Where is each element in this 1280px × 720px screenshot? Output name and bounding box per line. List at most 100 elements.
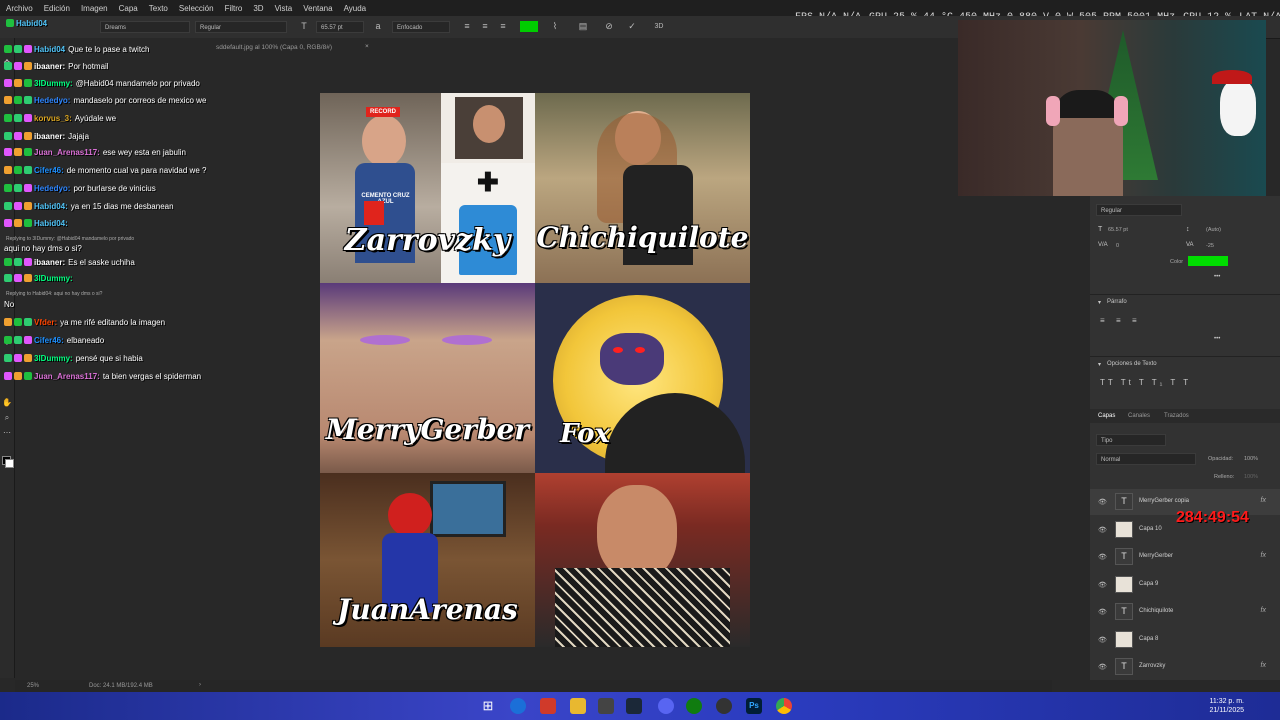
chat-username[interactable]: Juan_Arenas117:	[34, 148, 100, 157]
chat-username[interactable]: Hededyo:	[34, 184, 70, 193]
chat-username[interactable]: 3IDummy:	[34, 354, 73, 363]
visibility-eye-icon[interactable]: 👁	[1098, 663, 1107, 671]
chat-username[interactable]: ibaaner:	[34, 132, 65, 141]
text-color-swatch[interactable]	[520, 21, 538, 32]
layer-effects-icon[interactable]: fx	[1261, 552, 1266, 559]
menu-ayuda[interactable]: Ayuda	[338, 0, 372, 13]
close-tab-icon[interactable]: ×	[365, 43, 369, 50]
zoom-tool-icon[interactable]: ⌕	[2, 413, 12, 423]
photoshop-icon[interactable]: Ps	[746, 698, 762, 714]
layer-effects-icon[interactable]: fx	[1261, 497, 1266, 504]
chat-username[interactable]: Hededyo:	[34, 96, 70, 105]
warp-text-icon[interactable]: ⌇	[549, 20, 561, 33]
app-icon[interactable]	[540, 698, 556, 714]
menu-vista[interactable]: Vista	[269, 0, 298, 13]
blend-mode-select[interactable]: Normal	[1096, 453, 1196, 465]
layer-name[interactable]: MerryGerber copia	[1139, 498, 1189, 504]
edge-icon[interactable]	[510, 698, 526, 714]
layer-name[interactable]: Chichiquilote	[1139, 608, 1173, 614]
tab-trazados[interactable]: Trazados	[1164, 413, 1189, 419]
chat-username[interactable]: Cifer46:	[34, 336, 64, 345]
hand-tool-icon[interactable]: ✋	[2, 398, 12, 408]
chevron-right-icon[interactable]: ›	[199, 682, 201, 688]
align-left-icon[interactable]: ≡	[461, 20, 473, 33]
font-style-select[interactable]: Regular	[195, 21, 287, 33]
cancel-icon[interactable]: ⊘	[603, 20, 615, 33]
layer-row[interactable]: 👁 T Chichiquilote fx	[1090, 599, 1280, 625]
align-left-icon[interactable]: ≡	[1100, 316, 1105, 325]
more-options-icon[interactable]: •••	[1214, 336, 1220, 342]
menu-edicion[interactable]: Edición	[38, 0, 75, 13]
steam-icon[interactable]	[626, 698, 642, 714]
menu-imagen[interactable]: Imagen	[75, 0, 113, 13]
chrome-icon[interactable]	[776, 698, 792, 714]
discord-icon[interactable]	[658, 698, 674, 714]
visibility-eye-icon[interactable]: 👁	[1098, 636, 1107, 644]
layer-name[interactable]: Capa 10	[1139, 526, 1162, 532]
char-font-style[interactable]: Regular	[1096, 204, 1182, 216]
layer-row[interactable]: 👁 T MerryGerber fx	[1090, 544, 1280, 570]
layer-row[interactable]: 👁 Capa 9	[1090, 572, 1280, 598]
collapse-icon[interactable]: ▾	[1098, 361, 1101, 368]
chat-username[interactable]: Juan_Arenas117:	[34, 372, 100, 381]
chat-username[interactable]: Habid04:	[34, 202, 68, 211]
folder-icon[interactable]	[570, 698, 586, 714]
visibility-eye-icon[interactable]: 👁	[1098, 526, 1107, 534]
layer-effects-icon[interactable]: fx	[1261, 662, 1266, 669]
font-size-field[interactable]: 65.57 pt	[316, 21, 364, 33]
chat-username[interactable]: Vfder:	[34, 318, 57, 327]
visibility-eye-icon[interactable]: 👁	[1098, 581, 1107, 589]
chat-username[interactable]: korvus_3:	[34, 114, 72, 123]
char-leading[interactable]: (Auto)	[1206, 227, 1221, 233]
tab-canales[interactable]: Canales	[1128, 413, 1150, 419]
layer-row[interactable]: 👁 T Zarrovzky fx	[1090, 654, 1280, 680]
menu-texto[interactable]: Texto	[143, 0, 173, 13]
visibility-eye-icon[interactable]: 👁	[1098, 498, 1107, 506]
chat-username[interactable]: 3IDummy:	[34, 79, 73, 88]
character-panel-icon[interactable]: ▤	[577, 20, 589, 33]
align-center-icon[interactable]: ≡	[1116, 316, 1121, 325]
menu-archivo[interactable]: Archivo	[0, 0, 38, 13]
font-family-select[interactable]: Dreams	[100, 21, 190, 33]
layer-name[interactable]: MerryGerber	[1139, 553, 1173, 559]
chat-username[interactable]: ibaaner:	[34, 258, 65, 267]
start-icon[interactable]: ⊞	[480, 698, 496, 714]
visibility-eye-icon[interactable]: 👁	[1098, 608, 1107, 616]
char-color-swatch[interactable]	[1188, 256, 1228, 266]
layer-name[interactable]: Capa 8	[1139, 636, 1158, 642]
tab-capas[interactable]: Capas	[1098, 413, 1115, 419]
obs-icon[interactable]	[716, 698, 732, 714]
chat-username[interactable]: Habid04	[34, 45, 65, 54]
xbox-icon[interactable]	[686, 698, 702, 714]
menu-ventana[interactable]: Ventana	[297, 0, 337, 13]
layer-effects-icon[interactable]: fx	[1261, 607, 1266, 614]
align-right-icon[interactable]: ≡	[497, 20, 509, 33]
char-kerning[interactable]: 0	[1116, 243, 1119, 249]
chat-username[interactable]: Cifer46:	[34, 166, 64, 175]
text-style-icons[interactable]: TT Tt T T₁ T T	[1100, 378, 1191, 387]
chat-username[interactable]: ibaaner:	[34, 62, 65, 71]
collapse-icon[interactable]: ▾	[1098, 299, 1101, 306]
document-canvas[interactable]: CEMENTO CRUZ AZUL RECORD ✚ Zarrovzky Chi…	[320, 93, 750, 647]
layer-row[interactable]: 👁 Capa 8	[1090, 627, 1280, 653]
zoom-level[interactable]: 25%	[27, 683, 39, 689]
background-color-swatch[interactable]	[5, 459, 14, 468]
menu-3d[interactable]: 3D	[247, 0, 268, 13]
commit-icon[interactable]: ✓	[626, 20, 638, 33]
opacity-value[interactable]: 100%	[1244, 456, 1258, 462]
fill-value[interactable]: 100%	[1244, 474, 1258, 480]
menu-seleccion[interactable]: Selección	[173, 0, 219, 13]
layer-filter-input[interactable]: Tipo	[1096, 434, 1166, 446]
3d-icon[interactable]: 3D	[653, 20, 665, 33]
menu-capa[interactable]: Capa	[113, 0, 143, 13]
system-clock[interactable]: 11:32 p. m. 21/11/2025	[1209, 697, 1244, 715]
app-icon-2[interactable]	[598, 698, 614, 714]
align-center-icon[interactable]: ≡	[479, 20, 491, 33]
char-tracking[interactable]: -25	[1206, 243, 1214, 249]
more-options-icon[interactable]: •••	[1214, 274, 1220, 280]
layer-name[interactable]: Zarrovzky	[1139, 663, 1165, 669]
antialias-select[interactable]: Enfocado	[392, 21, 450, 33]
align-right-icon[interactable]: ≡	[1132, 316, 1137, 325]
char-size[interactable]: 65.57 pt	[1108, 227, 1128, 233]
more-tools-icon[interactable]: ⋯	[2, 428, 12, 438]
